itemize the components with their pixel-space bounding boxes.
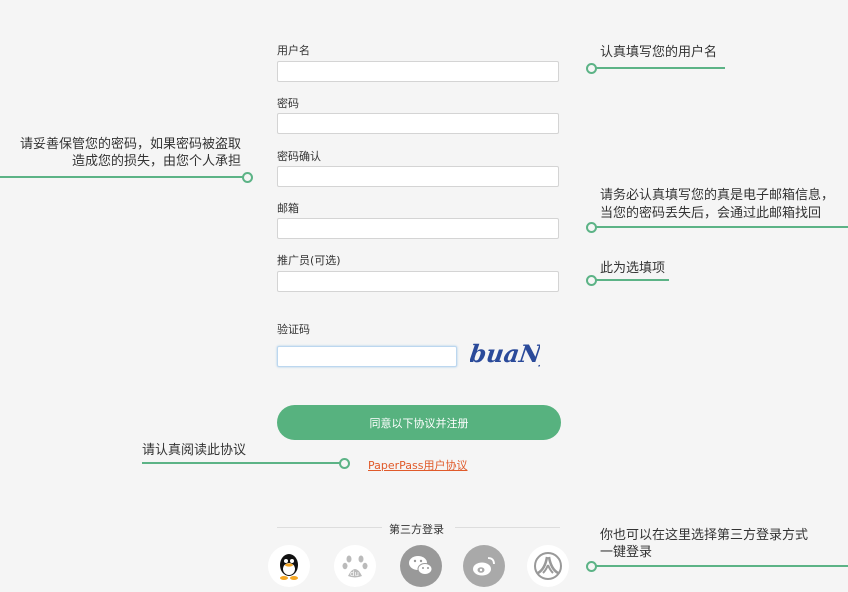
annotation-email-line [591,226,848,228]
email-input[interactable] [277,218,559,239]
referrer-label: 推广员(可选) [277,254,341,267]
annotation-password-line1: 请妥善保管您的密码，如果密码被盗取 [19,137,241,152]
annotation-username-dot [586,63,597,74]
weibo-icon[interactable] [463,545,505,587]
confirm-password-input[interactable] [277,166,559,187]
annotation-password-dot [242,172,253,183]
annotation-password-line [0,176,247,178]
password-label: 密码 [277,97,299,110]
svg-text:du: du [350,570,359,578]
baidu-icon[interactable]: du [334,545,376,587]
confirm-password-label: 密码确认 [277,150,321,163]
username-label: 用户名 [277,44,310,57]
captcha-input[interactable] [277,346,457,367]
submit-button[interactable]: 同意以下协议并注册 [277,405,561,440]
annotation-password-line2: 造成您的损失，由您个人承担 [71,154,241,169]
captcha-text: buaNf [470,339,540,368]
annotation-username: 认真填写您的用户名 [600,45,718,60]
email-label: 邮箱 [277,202,299,215]
annotation-referrer-line [591,279,669,281]
annotation-username-line [591,67,725,69]
annotation-third-party-line2: 一键登录 [600,545,653,560]
annotation-agreement-dot [339,458,350,469]
annotation-third-party-dot [586,561,597,572]
annotation-referrer-dot [586,275,597,286]
divider-right [455,527,560,528]
annotation-third-party-line1: 你也可以在这里选择第三方登录方式 [600,528,809,543]
username-input[interactable] [277,61,559,82]
divider-left [277,527,382,528]
annotation-email-dot [586,222,597,233]
annotation-email-line2: 当您的密码丢失后，会通过此邮箱找回 [600,206,822,221]
wechat-icon[interactable] [400,545,442,587]
captcha-label: 验证码 [277,323,310,336]
captcha-image[interactable]: buaNf [468,337,558,369]
annotation-agreement: 请认真阅读此协议 [142,443,247,458]
annotation-referrer: 此为选填项 [600,261,666,276]
annotation-email-line1: 请务必认真填写您的真是电子邮箱信息， [600,188,835,203]
agreement-link[interactable]: PaperPass用户协议 [368,457,468,473]
qq-icon[interactable] [268,545,310,587]
renren-icon[interactable] [527,545,569,587]
password-input[interactable] [277,113,559,134]
annotation-agreement-line [142,462,344,464]
annotation-third-party-line [591,565,848,567]
third-party-title: 第三方登录 [389,523,444,536]
referrer-input[interactable] [277,271,559,292]
